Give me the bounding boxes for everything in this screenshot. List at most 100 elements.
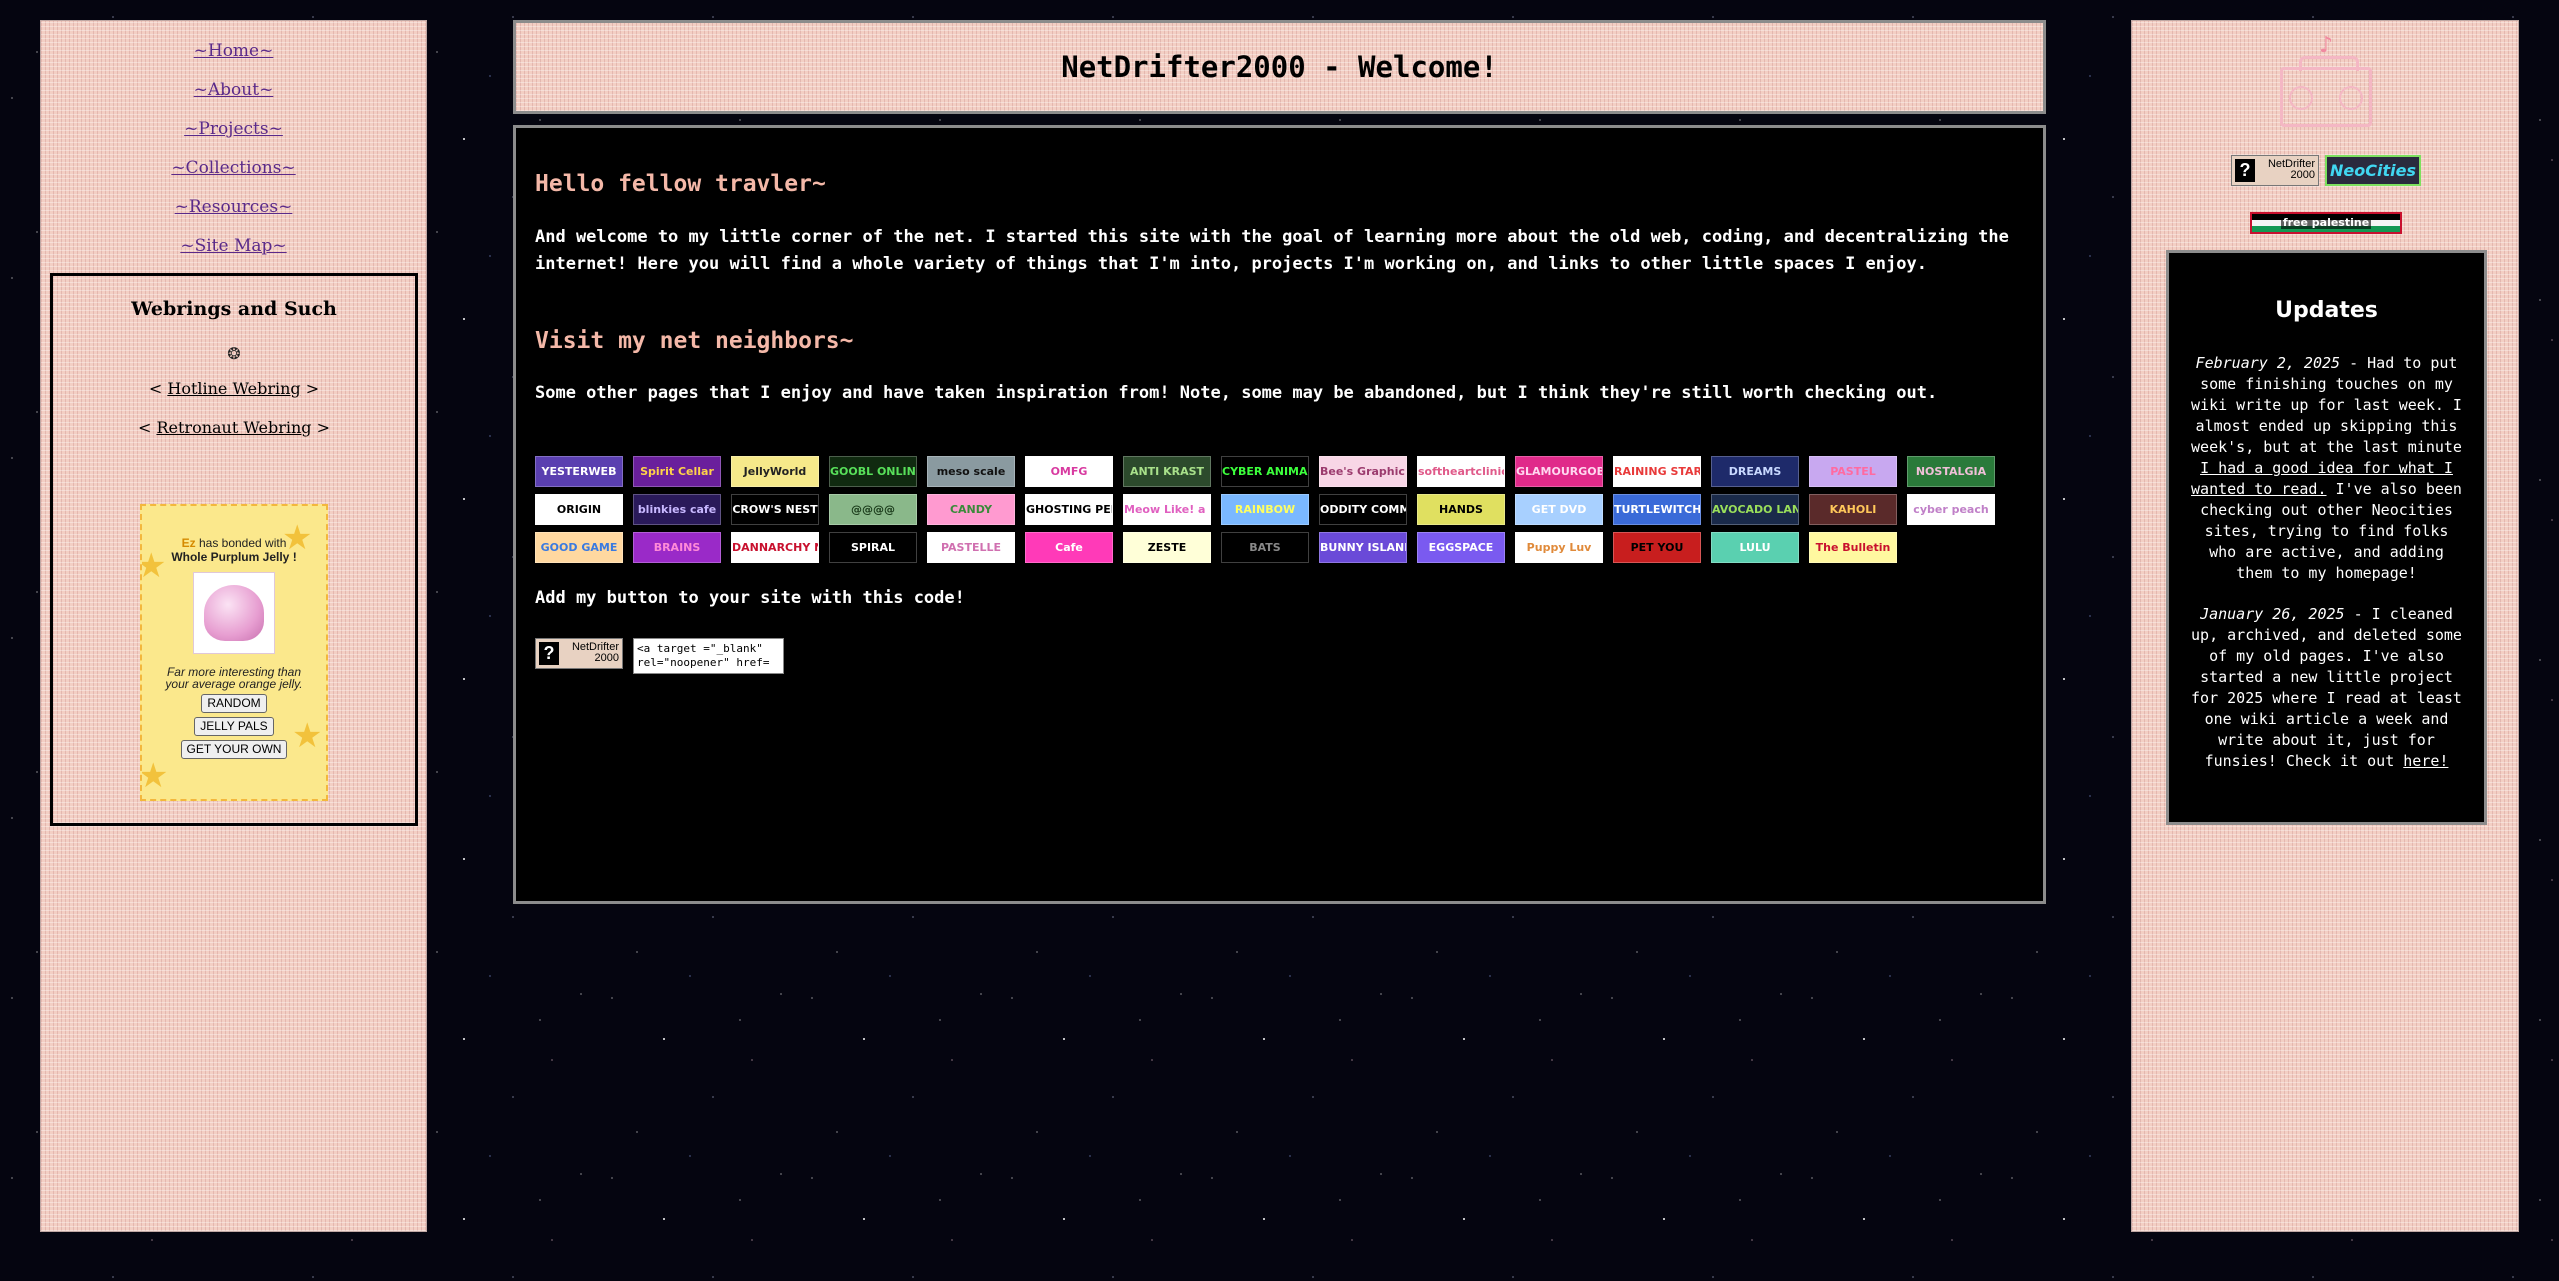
neighbor-button[interactable]: KAHOLI [1809,494,1897,525]
nav-projects-link[interactable]: ~Projects~ [41,110,426,149]
neighbor-button[interactable]: SPIRAL [829,532,917,563]
neighbor-button[interactable]: RAINING STARS [1613,456,1701,487]
neighbor-button[interactable]: OMFG [1025,456,1113,487]
embed-code-textarea[interactable]: <a target ="_blank" rel="noopener" href= [633,638,784,674]
update-date: January 26, 2025 [2200,605,2345,623]
neighbor-button[interactable]: AVOCADO LAND [1711,494,1799,525]
jelly-pals-button[interactable]: JELLY PALS [194,717,274,736]
update-date: February 2, 2025 [2195,354,2341,372]
neighbor-button[interactable]: Cafe [1025,532,1113,563]
neighbor-button[interactable]: EGGSPACE [1417,532,1505,563]
neighbor-button[interactable]: ORIGIN [535,494,623,525]
neighbor-button[interactable]: Meow Like! a Cat [1123,494,1211,525]
netdrifter-button[interactable]: ? NetDrifter 2000 [2231,155,2319,186]
webring-icon[interactable]: ❂ [53,344,415,363]
jelly-name: Whole Purplum Jelly [171,550,290,564]
neighbor-button[interactable]: Puppy Luv [1515,532,1603,563]
netdrifter-label-bottom: 2000 [2290,169,2315,181]
jelly-random-button[interactable]: RANDOM [201,694,267,713]
neighbor-button[interactable]: CYBER ANIMALS [1221,456,1309,487]
update-entry: January 26, 2025 - I cleaned up, archive… [2169,604,2484,772]
hotline-webring-link[interactable]: Hotline Webring [167,379,300,398]
neighbor-button[interactable]: JellyWorld [731,456,819,487]
question-mark-icon: ? [539,642,559,665]
neighbor-button[interactable]: TURTLEWITCH [1613,494,1701,525]
free-palestine-banner[interactable]: free palestine [2250,212,2402,234]
neighbor-button[interactable]: DREAMS [1711,456,1799,487]
main-content: Hello fellow travler~ And welcome to my … [513,125,2046,904]
neighbor-button[interactable]: LULU [1711,532,1799,563]
neighbor-button[interactable]: blinkies cafe [633,494,721,525]
free-palestine-label: free palestine [2280,216,2372,229]
neighbor-button[interactable]: BUNNY ISLAND [1319,532,1407,563]
hotline-next-link[interactable]: > [306,379,319,398]
neighbor-button[interactable]: BATS [1221,532,1309,563]
update-text: - I cleaned up, archived, and deleted so… [2191,605,2462,770]
welcome-paragraph: And welcome to my little corner of the n… [535,227,2009,274]
neighbor-button[interactable]: meso scale [927,456,1015,487]
neighbor-button[interactable]: The Bulletin [1809,532,1897,563]
nav-about-link[interactable]: ~About~ [41,71,426,110]
jelly-widget: ★ ★ ★ ★ Ez has bonded with Whole Purplum… [140,504,328,801]
neighbor-button[interactable]: softheartclinic [1417,456,1505,487]
webrings-title: Webrings and Such [131,298,337,320]
hello-heading: Hello fellow travler~ [535,171,826,197]
neighbor-button[interactable]: DANNARCHY Now! [731,532,819,563]
neighbor-button[interactable]: ODDITY COMMODDITY [1319,494,1407,525]
neighbors-heading: Visit my net neighbors~ [535,328,854,354]
neighbor-buttons: YESTERWEB Spirit Cellar JellyWorld GOOBL ON… [535,456,2035,570]
neighbor-button[interactable]: GOOD GAME [535,532,623,563]
neighbor-button[interactable]: GHOSTING PEN [1025,494,1113,525]
site-88x31-button[interactable]: ? NetDrifter 2000 [535,638,623,669]
neighbor-button[interactable]: BRAINS [633,532,721,563]
neighbor-button[interactable]: HANDS [1417,494,1505,525]
right-sidebar: ♪ ? NetDrifter 2000 NeoCities free palest… [2131,20,2519,1232]
left-sidebar: ~Home~ ~About~ ~Projects~ ~Collections~ … [40,20,427,1232]
jelly-user: Ez [181,536,196,550]
neighbor-button[interactable]: Spirit Cellar [633,456,721,487]
retronaut-next-link[interactable]: > [317,418,330,437]
updates-title: Updates [2275,298,2378,323]
netdrifter-button-label: NetDrifter 2000 [2259,159,2315,181]
nav-collections-link[interactable]: ~Collections~ [41,149,426,188]
jelly-image [193,572,275,654]
site-button-label-bottom: 2000 [594,652,619,664]
webrings-box: Webrings and Such ❂ < Hotline Webring > … [50,273,418,826]
header-bar: NetDrifter2000 - Welcome! [513,20,2046,114]
hotline-prev-link[interactable]: < [149,379,162,398]
music-note-icon: ♪ [2319,33,2334,58]
neighbor-button[interactable]: ANTI KRAST [1123,456,1211,487]
jelly-get-own-button[interactable]: GET YOUR OWN [180,740,288,759]
neighbor-button[interactable]: GLAMOURGOBLIN [1515,456,1603,487]
neighbor-button[interactable]: CROW'S NEST [731,494,819,525]
update-link[interactable]: here! [2403,752,2448,770]
add-button-text: Add my button to your site with this cod… [535,588,965,608]
neighbor-button[interactable]: @@@@ [829,494,917,525]
retronaut-prev-link[interactable]: < [138,418,151,437]
page-title: NetDrifter2000 - Welcome! [1061,50,1498,84]
retronaut-webring: < Retronaut Webring > [53,414,415,441]
neighbor-button[interactable]: PASTELLE [927,532,1015,563]
retronaut-webring-link[interactable]: Retronaut Webring [156,418,311,437]
neighbor-button[interactable]: GET DVD [1515,494,1603,525]
neocities-button[interactable]: NeoCities [2325,155,2421,186]
neighbor-button[interactable]: RAINBOW [1221,494,1309,525]
hotline-webring: < Hotline Webring > [53,375,415,402]
neighbor-button[interactable]: PET YOU [1613,532,1701,563]
neighbor-button[interactable]: YESTERWEB [535,456,623,487]
neighbor-button[interactable]: CANDY [927,494,1015,525]
neighbors-paragraph: Some other pages that I enjoy and have t… [535,383,1938,403]
update-entry: February 2, 2025 - Had to put some finis… [2169,353,2484,584]
nav-resources-link[interactable]: ~Resources~ [41,188,426,227]
neighbor-button[interactable]: NOSTALGIA [1907,456,1995,487]
nav-sitemap-link[interactable]: ~Site Map~ [41,227,426,266]
neighbor-button[interactable]: PASTEL [1809,456,1897,487]
star-decoration: ★ [140,757,169,795]
boombox-icon[interactable] [2280,56,2372,127]
neighbor-button[interactable]: Bee's Graphic Collection [1319,456,1407,487]
neighbor-button[interactable]: cyber peach [1907,494,1995,525]
neighbor-button[interactable]: GOOBL ONLINE [829,456,917,487]
neighbor-button[interactable]: ZESTE [1123,532,1211,563]
nav-home-link[interactable]: ~Home~ [41,32,426,71]
jelly-description: Far more interesting than your average o… [165,665,303,691]
